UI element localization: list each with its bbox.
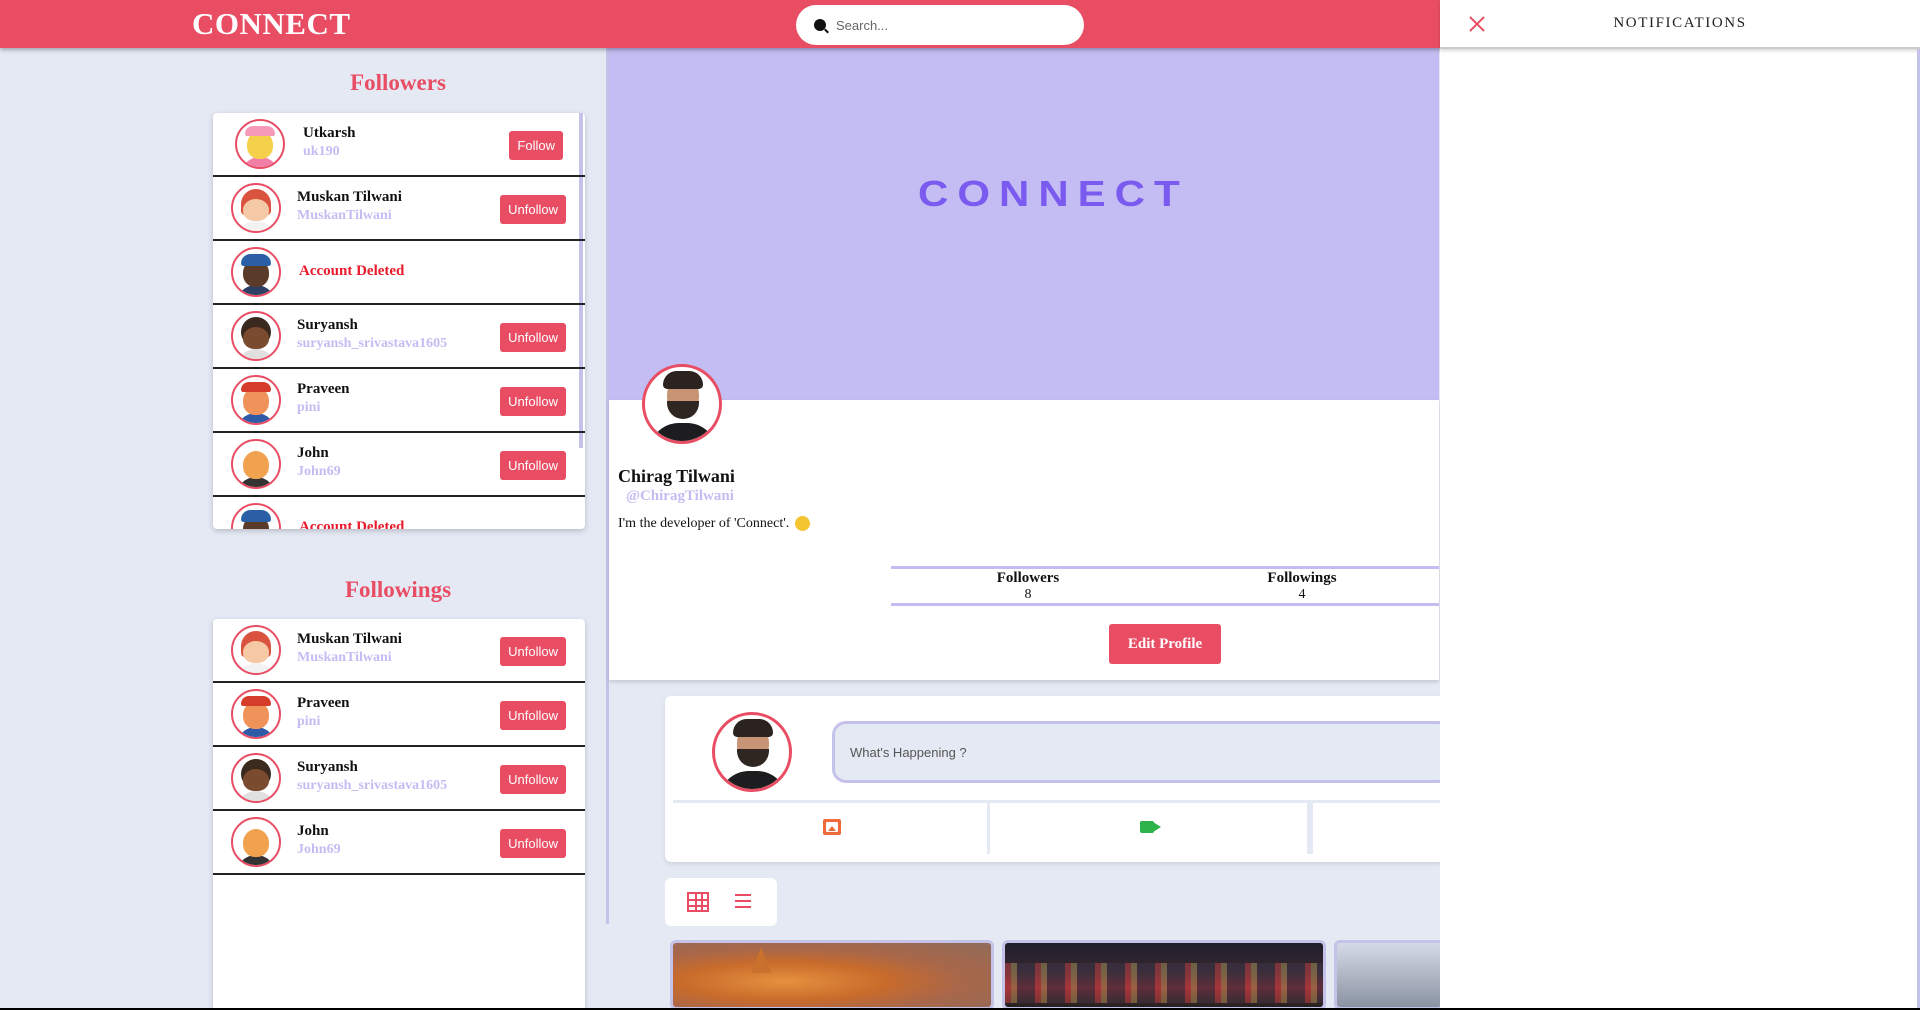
notifications-header: NOTIFICATIONS: [1440, 0, 1920, 49]
notifications-title: NOTIFICATIONS: [1613, 15, 1747, 31]
followers-stat[interactable]: Followers 8: [891, 569, 1165, 603]
smile-emoji-icon: [794, 516, 810, 532]
user-handle: pini: [297, 400, 321, 415]
image-icon: [823, 819, 841, 835]
followings-title: Followings: [344, 577, 452, 602]
avatar[interactable]: [231, 503, 281, 529]
user-handle: suryansh_srivastava1605: [297, 778, 448, 793]
account-deleted-label: Account Deleted: [299, 263, 405, 279]
post-input[interactable]: [832, 721, 1452, 783]
post-thumbnail[interactable]: [670, 940, 994, 1008]
followings-list[interactable]: Muskan Tilwani MuskanTilwani Unfollow Pr…: [213, 619, 585, 1008]
list-item: Suryansh suryansh_srivastava1605 Unfollo…: [213, 747, 585, 811]
app-root: CONNECT Followers Utkarsh uk190 Follow: [0, 0, 1920, 1008]
account-deleted-label: Account Deleted: [299, 519, 405, 529]
avatar[interactable]: [231, 689, 281, 739]
app-logo[interactable]: CONNECT: [192, 6, 351, 42]
user-name[interactable]: Praveen: [297, 695, 349, 712]
unfollow-button[interactable]: Unfollow: [500, 195, 566, 224]
user-handle: John69: [297, 464, 341, 479]
user-handle: uk190: [303, 144, 340, 159]
user-name[interactable]: John: [297, 445, 329, 462]
unfollow-button[interactable]: Unfollow: [500, 765, 566, 794]
search-icon: [814, 19, 826, 31]
list-item: Account Deleted: [213, 241, 585, 305]
user-handle: MuskanTilwani: [297, 650, 392, 665]
followers-stat-label: Followers: [996, 570, 1060, 586]
list-item: John John69 Unfollow: [213, 811, 585, 875]
avatar[interactable]: [231, 625, 281, 675]
user-name[interactable]: Suryansh: [297, 759, 358, 776]
profile-name: Chirag Tilwani: [618, 466, 735, 486]
follow-button[interactable]: Follow: [509, 131, 563, 160]
add-video-button[interactable]: [990, 800, 1310, 854]
search-box[interactable]: [796, 5, 1084, 45]
list-item: John John69 Unfollow: [213, 433, 585, 497]
list-item: Utkarsh uk190 Follow: [213, 113, 585, 177]
user-handle: John69: [297, 842, 341, 857]
post-thumbnail[interactable]: [1002, 940, 1326, 1008]
list-item: Account Deleted: [213, 497, 585, 529]
followers-list[interactable]: Utkarsh uk190 Follow Muskan Tilwani Musk…: [213, 113, 585, 529]
video-icon: [1140, 821, 1154, 833]
list-item: Muskan Tilwani MuskanTilwani Unfollow: [213, 619, 585, 683]
profile-banner: [609, 48, 1439, 400]
avatar[interactable]: [231, 375, 281, 425]
avatar[interactable]: [231, 817, 281, 867]
view-toggle: [665, 878, 777, 926]
composer-avatar: [712, 712, 792, 792]
followings-stat-label: Followings: [1267, 570, 1337, 586]
list-icon[interactable]: [735, 894, 751, 908]
user-handle: pini: [297, 714, 321, 729]
user-name[interactable]: Utkarsh: [303, 125, 356, 142]
unfollow-button[interactable]: Unfollow: [500, 701, 566, 730]
unfollow-button[interactable]: Unfollow: [500, 829, 566, 858]
avatar[interactable]: [231, 439, 281, 489]
avatar[interactable]: [231, 183, 281, 233]
user-name[interactable]: Suryansh: [297, 317, 358, 334]
list-item: Praveen pini Unfollow: [213, 683, 585, 747]
composer-action-extra[interactable]: [1310, 800, 1453, 854]
followings-count: 4: [1298, 587, 1306, 602]
unfollow-button[interactable]: Unfollow: [500, 387, 566, 416]
unfollow-button[interactable]: Unfollow: [500, 637, 566, 666]
user-handle: suryansh_srivastava1605: [297, 336, 448, 351]
list-item: Suryansh suryansh_srivastava1605 Unfollo…: [213, 305, 585, 369]
user-name[interactable]: John: [297, 823, 329, 840]
post-thumbnail[interactable]: [1334, 940, 1444, 1008]
avatar[interactable]: [231, 247, 281, 297]
unfollow-button[interactable]: Unfollow: [500, 451, 566, 480]
profile-handle: @ChiragTilwani: [626, 488, 734, 504]
cat-photo: [751, 947, 771, 973]
user-name[interactable]: Praveen: [297, 381, 349, 398]
edit-profile-button[interactable]: Edit Profile: [1109, 624, 1221, 664]
followers-count: 8: [1024, 587, 1032, 602]
profile-card: [609, 400, 1439, 680]
list-item: Muskan Tilwani MuskanTilwani Unfollow: [213, 177, 585, 241]
profile-bio: I'm the developer of 'Connect'.: [618, 516, 810, 532]
user-name[interactable]: Muskan Tilwani: [297, 631, 402, 648]
notifications-panel: NOTIFICATIONS: [1440, 0, 1920, 1008]
unfollow-button[interactable]: Unfollow: [500, 323, 566, 352]
user-name[interactable]: Muskan Tilwani: [297, 189, 402, 206]
banner-logo-text: CONNECT: [918, 173, 1189, 214]
user-handle: MuskanTilwani: [297, 208, 392, 223]
avatar[interactable]: [235, 119, 285, 169]
followers-title: Followers: [350, 70, 446, 95]
profile-avatar[interactable]: [642, 364, 722, 444]
avatar[interactable]: [231, 311, 281, 361]
search-input[interactable]: [836, 17, 1056, 33]
followings-stat[interactable]: Followings 4: [1165, 569, 1439, 603]
add-image-button[interactable]: [673, 800, 990, 854]
avatar[interactable]: [231, 753, 281, 803]
grid-icon[interactable]: [687, 892, 709, 912]
profile-stats: Followers 8 Followings 4: [891, 566, 1439, 606]
bio-text: I'm the developer of 'Connect'.: [618, 516, 790, 531]
list-item: Praveen pini Unfollow: [213, 369, 585, 433]
composer-actions: [673, 800, 1453, 854]
